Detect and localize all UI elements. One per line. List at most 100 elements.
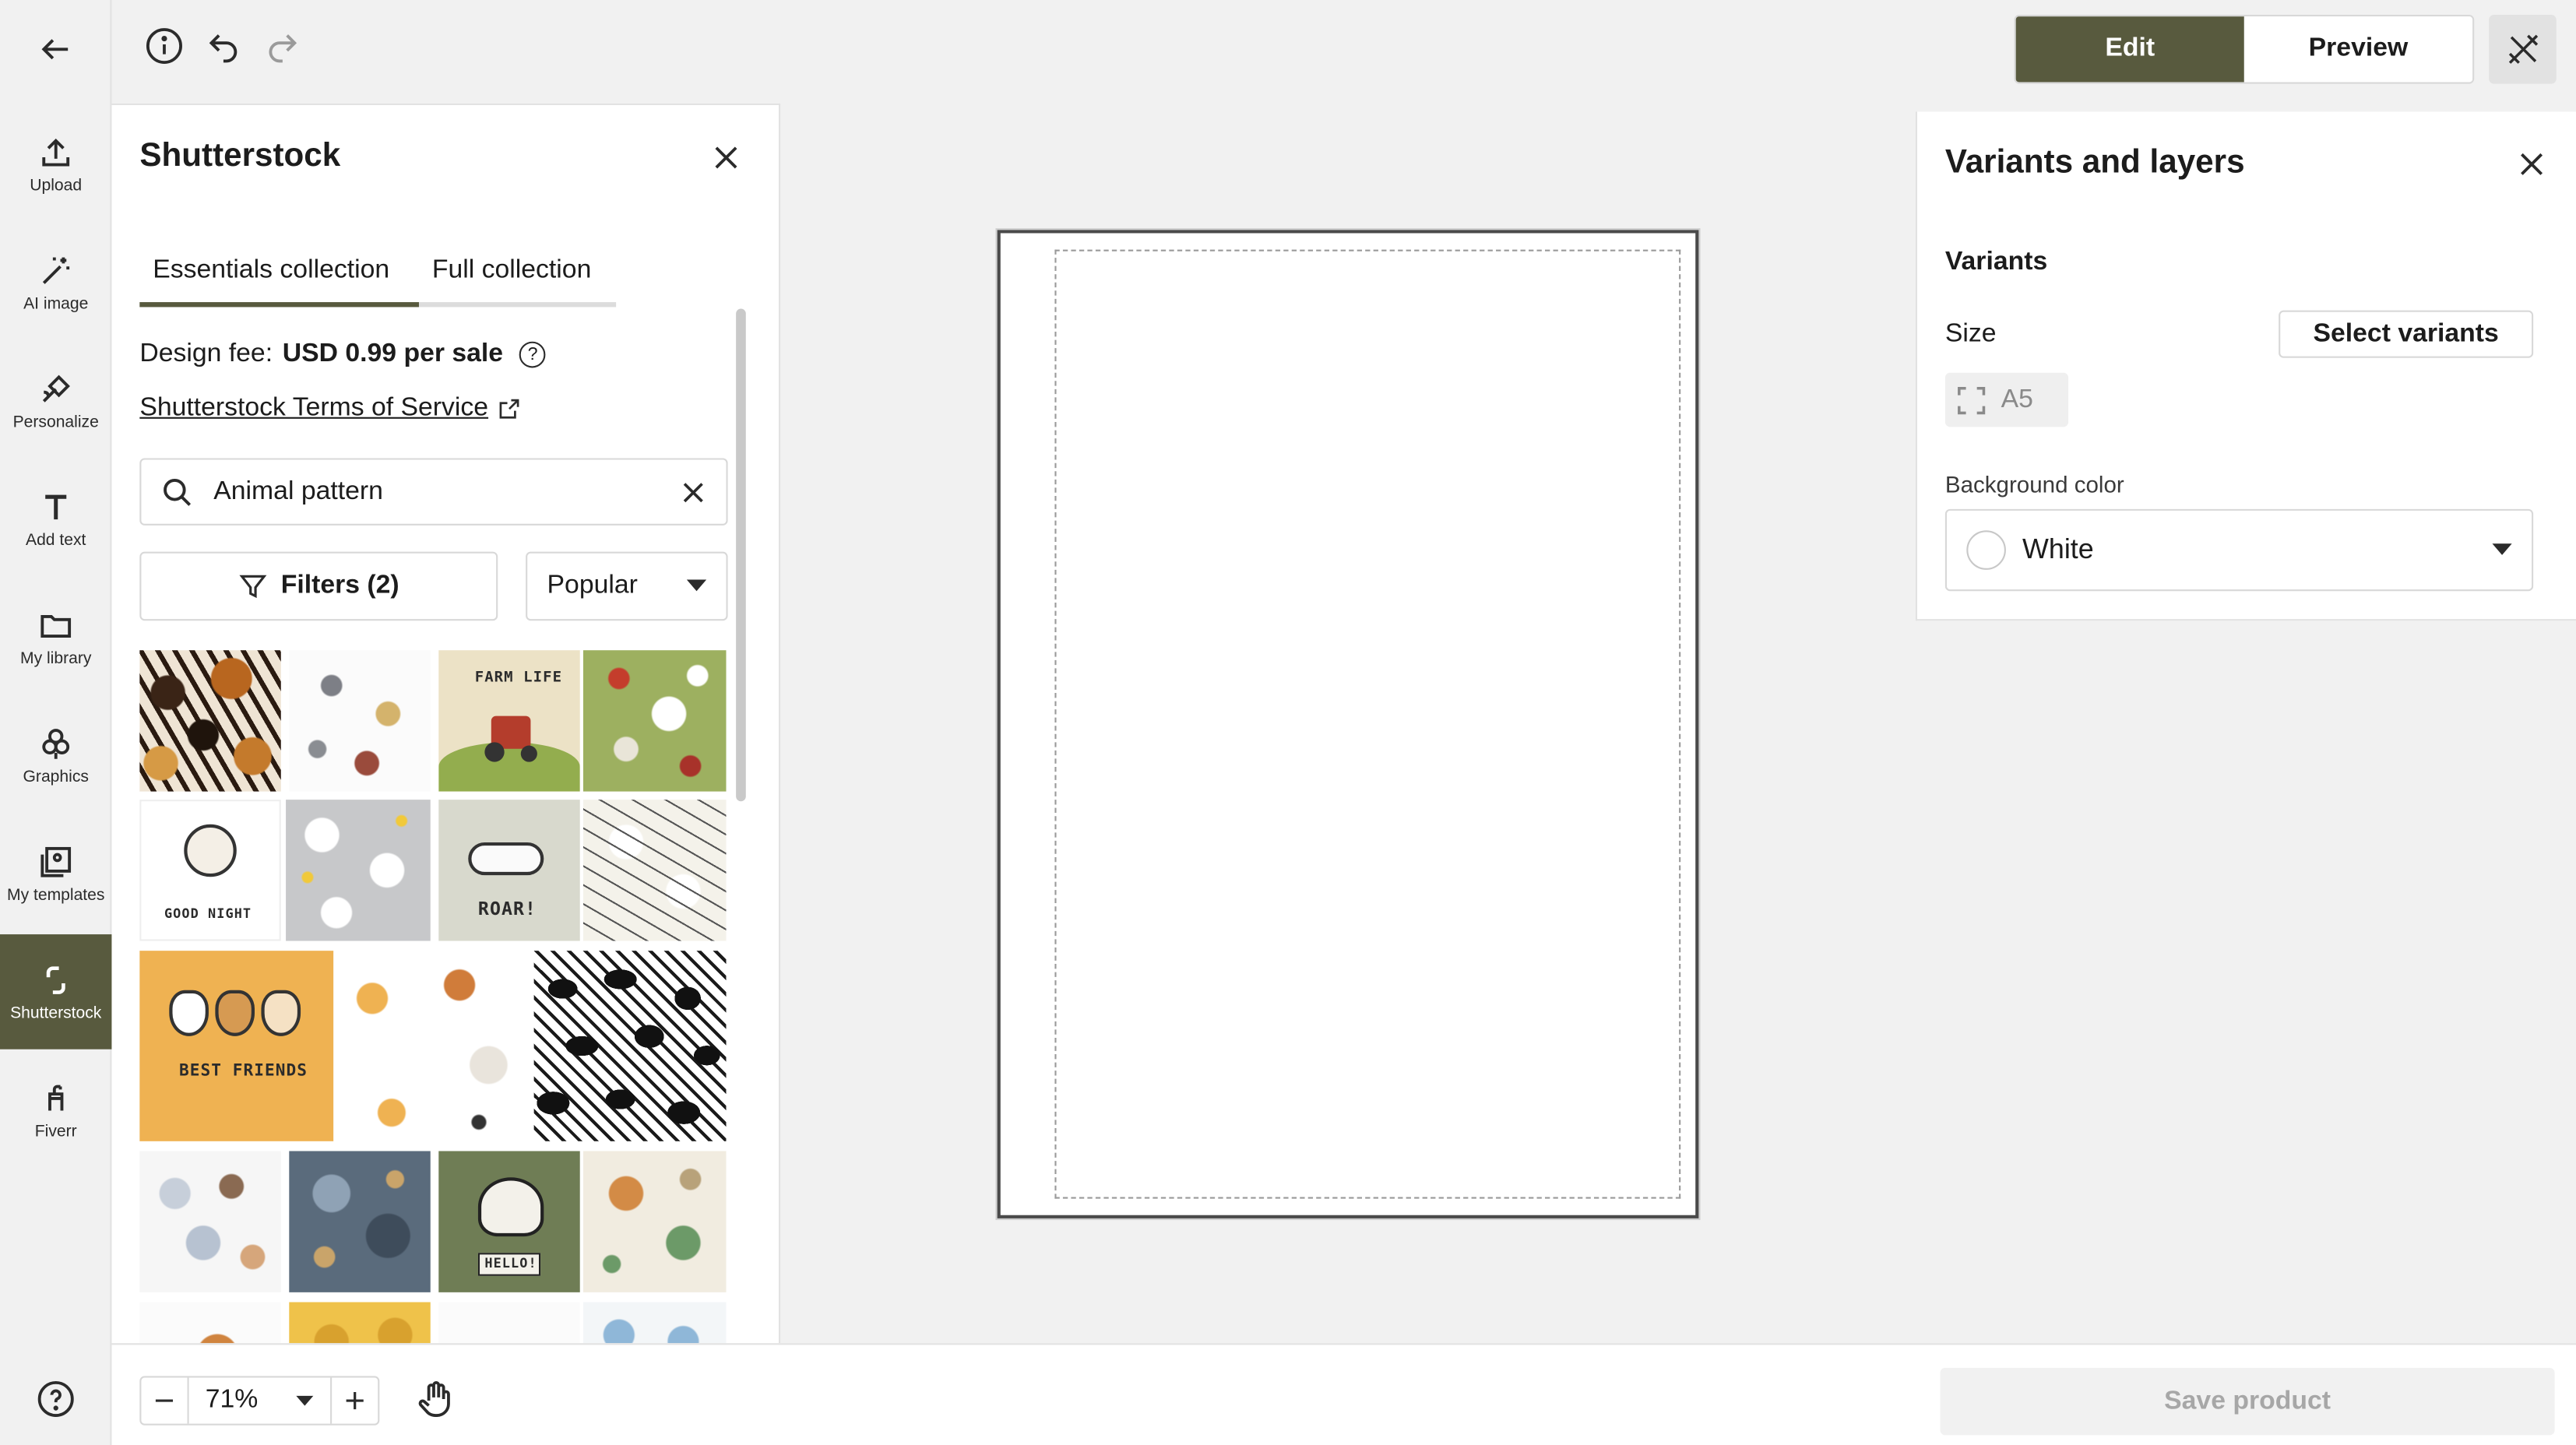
result-thumbnail[interactable] — [582, 1302, 727, 1344]
templates-icon — [40, 846, 72, 877]
info-button[interactable] — [141, 23, 187, 69]
search-icon — [141, 476, 213, 508]
search-box[interactable]: Animal pattern — [139, 458, 728, 526]
result-thumbnail[interactable] — [139, 650, 281, 792]
back-button[interactable] — [0, 16, 111, 82]
zoom-level-dropdown[interactable]: 71% — [187, 1377, 333, 1424]
personalize-icon — [42, 374, 70, 402]
thumbnail-caption: GOOD NIGHT — [164, 906, 252, 922]
zoom-in-button[interactable] — [332, 1378, 378, 1424]
rail-ai-image-label: AI image — [23, 294, 89, 313]
result-thumbnail[interactable] — [333, 951, 528, 1141]
close-icon — [715, 146, 737, 169]
close-icon — [2521, 153, 2543, 175]
info-icon — [146, 28, 182, 65]
rail-my-templates-label: My templates — [6, 885, 105, 905]
redo-icon — [269, 34, 297, 63]
select-variants-button[interactable]: Select variants — [2279, 310, 2534, 358]
sort-value: Popular — [547, 571, 638, 599]
tab-essentials-collection[interactable]: Essentials collection — [153, 256, 389, 286]
result-thumbnail[interactable]: ROAR! — [438, 800, 580, 941]
text-icon — [45, 494, 67, 519]
app-root: Upload AI image Personalize Add text My … — [0, 0, 2576, 1445]
hand-icon — [418, 1381, 450, 1417]
result-thumbnail[interactable] — [289, 650, 431, 792]
result-thumbnail[interactable] — [289, 1302, 431, 1344]
pan-tool-button[interactable] — [416, 1380, 459, 1422]
caret-down-icon — [686, 579, 707, 592]
result-thumbnail[interactable] — [582, 1151, 727, 1292]
plus-icon — [346, 1391, 364, 1410]
thumbnail-caption: FARM LIFE — [474, 670, 563, 687]
rail-add-text[interactable]: Add text — [0, 462, 111, 577]
rail-personalize-label: Personalize — [12, 413, 99, 431]
rail-my-templates[interactable]: My templates — [0, 816, 111, 931]
rail-ai-image[interactable]: AI image — [0, 225, 111, 340]
rail-graphics-label: Graphics — [23, 768, 89, 786]
rail-shutterstock[interactable]: Shutterstock — [0, 934, 112, 1049]
fiverr-icon — [48, 1084, 64, 1110]
result-thumbnail[interactable]: HELLO! — [438, 1151, 580, 1292]
preview-button[interactable]: Preview — [2243, 16, 2473, 83]
background-color-label: Background color — [1944, 471, 2124, 498]
expand-frame-icon — [1958, 385, 1986, 414]
bottom-bar: 71% Save product — [111, 1343, 2576, 1445]
result-thumbnail[interactable] — [289, 1151, 431, 1292]
rail-fiverr[interactable]: Fiverr — [0, 1053, 111, 1168]
variants-panel-close-button[interactable] — [2512, 145, 2552, 185]
thumbnail-caption: BEST FRIENDS — [178, 1062, 308, 1081]
rail-graphics[interactable]: Graphics — [0, 698, 111, 813]
rail-upload[interactable]: Upload — [0, 107, 111, 222]
close-icon — [683, 482, 703, 502]
rail-my-library[interactable]: My library — [0, 580, 111, 695]
help-circle-icon — [37, 1380, 74, 1417]
undo-button[interactable] — [200, 23, 246, 69]
collection-tabs: Essentials collection Full collection — [139, 256, 617, 308]
filters-button[interactable]: Filters (2) — [139, 551, 498, 621]
color-swatch — [1966, 530, 2006, 570]
folder-icon — [40, 614, 72, 637]
zoom-value: 71% — [205, 1386, 259, 1414]
rail-upload-label: Upload — [30, 176, 83, 195]
filter-icon — [239, 575, 267, 599]
safe-area-guide — [1054, 249, 1681, 1199]
result-thumbnail[interactable]: BEST FRIENDS — [139, 951, 334, 1141]
result-thumbnail[interactable] — [582, 800, 727, 941]
result-thumbnail[interactable]: FARM LIFE — [438, 650, 580, 792]
result-thumbnail[interactable]: GOOD NIGHT — [139, 800, 281, 941]
save-product-button[interactable]: Save product — [1940, 1367, 2555, 1436]
external-link-icon — [500, 399, 519, 419]
arrow-left-icon — [41, 39, 69, 60]
design-artboard[interactable] — [995, 228, 1701, 1221]
tab-full-collection[interactable]: Full collection — [432, 256, 592, 286]
result-thumbnail[interactable] — [582, 650, 727, 792]
size-label: Size — [1944, 320, 1997, 349]
zoom-control: 71% — [139, 1376, 380, 1426]
tos-label: Shutterstock Terms of Service — [139, 394, 489, 423]
result-thumbnail[interactable] — [533, 951, 727, 1141]
result-thumbnail[interactable] — [139, 1302, 281, 1344]
result-thumbnail[interactable] — [438, 1302, 580, 1344]
rail-shutterstock-label: Shutterstock — [10, 1004, 102, 1022]
graphics-icon — [42, 728, 70, 758]
tools-button[interactable] — [2489, 14, 2557, 84]
upload-icon — [42, 137, 70, 166]
help-button[interactable] — [0, 1369, 111, 1429]
rail-personalize[interactable]: Personalize — [0, 343, 111, 459]
panel-close-button[interactable] — [706, 138, 746, 178]
redo-button[interactable] — [259, 23, 305, 69]
variants-layers-panel: Variants and layers Variants Size Select… — [1915, 111, 2576, 621]
sort-dropdown[interactable]: Popular — [526, 551, 728, 621]
rail-add-text-label: Add text — [25, 531, 86, 550]
size-chip[interactable]: A5 — [1944, 372, 2069, 427]
result-thumbnail[interactable] — [286, 800, 431, 941]
panel-scrollbar[interactable] — [736, 308, 746, 802]
background-color-dropdown[interactable]: White — [1944, 508, 2534, 592]
zoom-out-button[interactable] — [141, 1378, 187, 1424]
terms-of-service-link[interactable]: Shutterstock Terms of Service — [139, 394, 521, 424]
result-thumbnail[interactable] — [139, 1151, 281, 1292]
fee-help-icon[interactable]: ? — [519, 341, 546, 368]
clear-search-button[interactable] — [660, 479, 726, 505]
search-input[interactable]: Animal pattern — [213, 477, 660, 507]
edit-button[interactable]: Edit — [2015, 16, 2244, 83]
